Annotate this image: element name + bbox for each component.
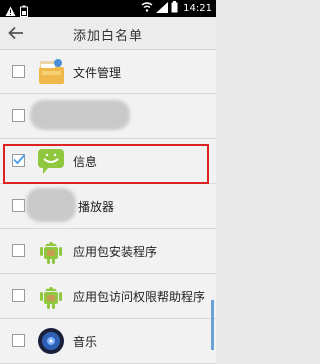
music-icon xyxy=(36,326,66,356)
redacted-blur xyxy=(26,188,76,222)
app-label: 文件管理 xyxy=(73,66,122,80)
file-manager-icon xyxy=(36,57,66,87)
wifi-icon xyxy=(141,2,153,15)
status-time: 14:21 xyxy=(183,3,212,14)
list-item-file-manager[interactable]: 文件管理 xyxy=(0,50,216,94)
android-package-icon xyxy=(36,281,66,311)
list-item-player[interactable]: 播放器 xyxy=(0,184,216,229)
app-label: 应用包访问权限帮助程序 xyxy=(73,290,206,304)
list-item-music[interactable]: 音乐 xyxy=(0,319,216,364)
title-bar: 添加白名单 xyxy=(0,17,216,50)
list-item-redacted[interactable] xyxy=(0,94,216,139)
redacted-blur xyxy=(30,100,130,130)
android-package-icon xyxy=(36,236,66,266)
app-label: 播放器 xyxy=(78,200,115,214)
checkbox[interactable] xyxy=(12,199,25,212)
list-item-package-installer[interactable]: 应用包安装程序 xyxy=(0,229,216,274)
checkbox[interactable] xyxy=(12,334,25,347)
checkbox[interactable] xyxy=(12,65,25,78)
checkbox[interactable] xyxy=(12,109,25,122)
checkbox[interactable] xyxy=(12,289,25,302)
battery-icon xyxy=(171,1,178,16)
checkbox[interactable] xyxy=(12,244,25,257)
app-list: 文件管理 信息 播放器 应用包安装程序 应用包访问权限帮助程序 音乐 xyxy=(0,50,216,364)
status-bar: 14:21 xyxy=(0,0,216,17)
app-label: 音乐 xyxy=(73,335,98,349)
app-label: 应用包安装程序 xyxy=(73,245,158,259)
page-title: 添加白名单 xyxy=(72,29,143,44)
selection-highlight xyxy=(3,144,209,184)
list-item-package-permission-helper[interactable]: 应用包访问权限帮助程序 xyxy=(0,274,216,319)
scrollbar[interactable] xyxy=(211,300,214,350)
signal-icon xyxy=(156,1,169,16)
